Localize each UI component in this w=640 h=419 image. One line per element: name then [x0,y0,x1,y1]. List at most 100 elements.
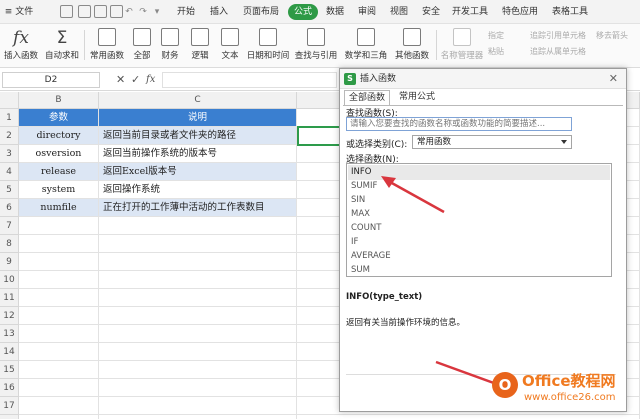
remove-arrows-button[interactable]: 移去箭头 [596,30,628,42]
table-cell-desc[interactable]: 返回当前操作系统的版本号 [99,145,297,163]
trace-dependents-button[interactable]: 追踪从属单元格 [530,46,586,58]
table-cell[interactable] [19,397,99,415]
table-cell[interactable] [99,415,297,419]
table-cell-param[interactable]: osversion [19,145,99,163]
row-header-10[interactable]: 10 [0,271,19,289]
function-item-sum[interactable]: SUM [348,263,610,278]
table-cell[interactable] [99,289,297,307]
define-name-button[interactable]: 指定 [488,30,504,42]
tab-features[interactable]: 特色应用 [498,4,542,20]
close-icon[interactable]: ✕ [609,69,618,89]
function-item-max[interactable]: MAX [348,207,610,222]
row-header-15[interactable]: 15 [0,361,19,379]
row-header-9[interactable]: 9 [0,253,19,271]
row-header-6[interactable]: 6 [0,199,19,217]
category-select[interactable]: 常用函数 [412,135,572,149]
name-box[interactable]: D2 [2,72,100,88]
tab-view[interactable]: 视图 [386,4,412,20]
function-item-sumif[interactable]: SUMIF [348,179,610,194]
table-cell-desc[interactable]: 返回Excel版本号 [99,163,297,181]
table-cell[interactable] [19,307,99,325]
header-cell-desc[interactable]: 说明 [99,109,297,127]
text-functions-button[interactable]: 文本 [216,26,244,66]
function-search-input[interactable] [346,117,572,131]
function-item-if[interactable]: IF [348,235,610,250]
row-header-2[interactable]: 2 [0,127,19,145]
other-functions-button[interactable]: 其他函数 [392,26,432,66]
header-cell-param[interactable]: 参数 [19,109,99,127]
row-header-5[interactable]: 5 [0,181,19,199]
tab-security[interactable]: 安全 [418,4,444,20]
table-cell[interactable] [19,415,99,419]
row-header-16[interactable]: 16 [0,379,19,397]
save-icon[interactable] [60,5,73,18]
autosum-button[interactable]: Σ 自动求和 [42,26,82,66]
table-cell-desc[interactable]: 返回操作系统 [99,181,297,199]
all-functions-button[interactable]: 全部 [130,26,154,66]
table-cell-desc[interactable]: 返回当前目录或者文件夹的路径 [99,127,297,145]
common-functions-button[interactable]: 常用函数 [86,26,128,66]
table-cell-param[interactable]: directory [19,127,99,145]
table-cell[interactable] [99,397,297,415]
row-header-12[interactable]: 12 [0,307,19,325]
row-header-4[interactable]: 4 [0,163,19,181]
cancel-icon[interactable]: ✕ [116,72,125,88]
name-manager-button[interactable]: 名称管理器 [440,26,484,66]
paste-name-button[interactable]: 粘贴 [488,46,504,58]
table-cell[interactable] [19,289,99,307]
function-item-count[interactable]: COUNT [348,221,610,236]
function-item-sin[interactable]: SIN [348,193,610,208]
table-cell[interactable] [19,379,99,397]
export-icon[interactable] [78,5,91,18]
tab-formulas[interactable]: 公式 [288,4,318,20]
table-cell[interactable] [99,343,297,361]
row-header-14[interactable]: 14 [0,343,19,361]
table-cell[interactable] [19,253,99,271]
table-cell[interactable] [19,271,99,289]
tab-data[interactable]: 数据 [322,4,348,20]
table-cell[interactable] [19,217,99,235]
table-cell[interactable] [19,361,99,379]
select-all-corner[interactable] [0,92,19,109]
preview-icon[interactable] [110,5,123,18]
function-listbox[interactable]: INFO SUMIF SIN MAX COUNT IF AVERAGE SUM [346,163,612,277]
table-cell[interactable] [99,235,297,253]
table-cell-desc[interactable]: 正在打开的工作薄中活动的工作表数目 [99,199,297,217]
tab-review[interactable]: 审阅 [354,4,380,20]
chevron-down-icon[interactable]: ▾ [152,4,162,20]
tab-common-formulas[interactable]: 常用公式 [394,90,440,105]
table-cell[interactable] [99,307,297,325]
redo-icon[interactable]: ↷ [138,4,148,20]
row-header-17[interactable]: 17 [0,397,19,415]
function-item-info[interactable]: INFO [348,165,610,180]
table-cell-param[interactable]: release [19,163,99,181]
insert-function-button[interactable]: fx 插入函数 [2,26,40,66]
lookup-reference-button[interactable]: 查找与引用 [292,26,340,66]
table-cell-param[interactable]: system [19,181,99,199]
row-header-8[interactable]: 8 [0,235,19,253]
fx-icon[interactable]: fx [146,72,155,88]
row-header-7[interactable]: 7 [0,217,19,235]
column-header-c[interactable]: C [99,92,297,109]
function-item-average[interactable]: AVERAGE [348,249,610,264]
row-header-1[interactable]: 1 [0,109,19,127]
undo-icon[interactable]: ↶ [124,4,134,20]
tab-page-layout[interactable]: 页面布局 [240,4,282,20]
row-header-18[interactable]: 18 [0,415,19,419]
trace-precedents-button[interactable]: 追踪引用单元格 [530,30,586,42]
table-cell[interactable] [99,217,297,235]
active-cell-d2[interactable] [297,126,341,146]
print-icon[interactable] [94,5,107,18]
table-cell[interactable] [99,271,297,289]
formula-input[interactable] [162,72,337,88]
tab-home[interactable]: 开始 [172,4,200,20]
tab-insert[interactable]: 插入 [206,4,232,20]
table-cell-param[interactable]: numfile [19,199,99,217]
table-cell[interactable] [99,253,297,271]
math-trig-button[interactable]: 数学和三角 [342,26,390,66]
tab-developer[interactable]: 开发工具 [450,4,490,20]
table-cell[interactable] [19,235,99,253]
row-header-13[interactable]: 13 [0,325,19,343]
row-header-11[interactable]: 11 [0,289,19,307]
logical-button[interactable]: 逻辑 [186,26,214,66]
